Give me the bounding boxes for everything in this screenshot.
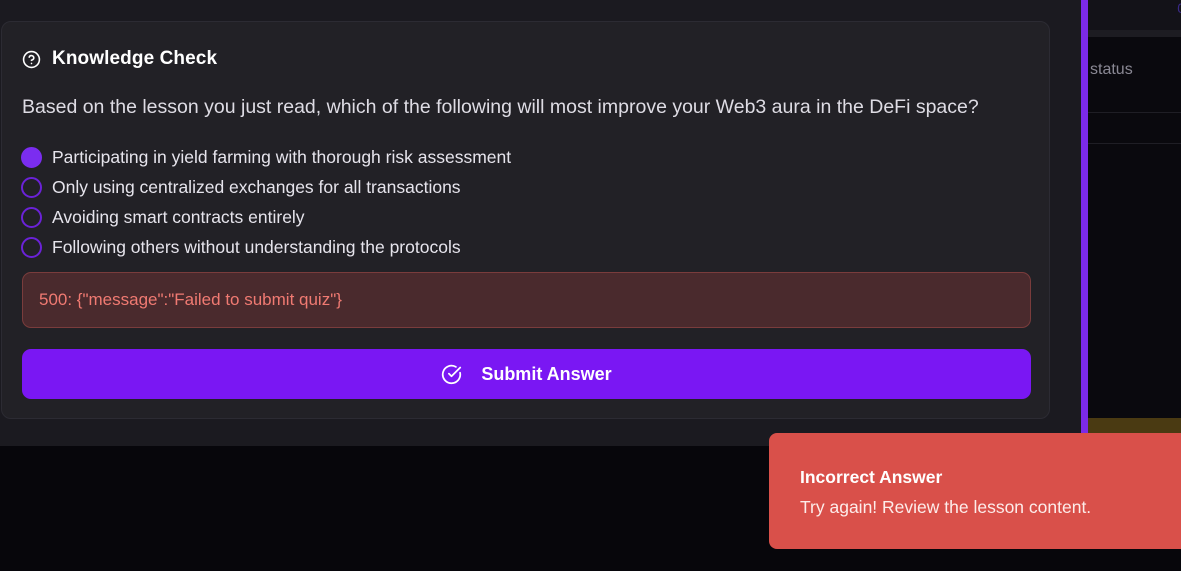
toast-title: Incorrect Answer bbox=[800, 467, 943, 487]
submit-answer-button[interactable]: Submit Answer bbox=[22, 349, 1031, 399]
answer-option-label: Avoiding smart contracts entirely bbox=[52, 206, 305, 227]
side-panel-header-text: 0 bbox=[1177, 0, 1181, 16]
side-panel-header: 0 bbox=[1088, 0, 1181, 30]
page: 0 status Knowledge Check Based on the le… bbox=[0, 0, 1181, 571]
check-circle-icon bbox=[442, 364, 462, 384]
submit-answer-label: Submit Answer bbox=[481, 363, 612, 384]
answer-option-label: Only using centralized exchanges for all… bbox=[52, 176, 461, 197]
answer-option[interactable]: Only using centralized exchanges for all… bbox=[21, 172, 511, 202]
side-panel-status-label: status bbox=[1090, 61, 1133, 78]
incorrect-answer-toast[interactable]: Incorrect Answer Try again! Review the l… bbox=[769, 433, 1181, 549]
side-panel-separator bbox=[1088, 30, 1181, 37]
radio-button[interactable] bbox=[21, 176, 42, 198]
error-message-box: 500: {"message":"Failed to submit quiz"} bbox=[22, 272, 1031, 328]
side-panel-divider bbox=[1088, 112, 1181, 113]
answer-option[interactable]: Following others without understanding t… bbox=[21, 232, 511, 262]
knowledge-check-card: Knowledge Check Based on the lesson you … bbox=[1, 21, 1050, 419]
answer-option-label: Participating in yield farming with thor… bbox=[52, 146, 512, 167]
quiz-question: Based on the lesson you just read, which… bbox=[22, 96, 979, 118]
answer-option[interactable]: Avoiding smart contracts entirely bbox=[21, 202, 511, 232]
side-panel: 0 status bbox=[1088, 0, 1181, 446]
radio-button[interactable] bbox=[21, 236, 42, 258]
side-panel-divider bbox=[1088, 143, 1181, 144]
card-title: Knowledge Check bbox=[52, 48, 218, 69]
answer-option[interactable]: Participating in yield farming with thor… bbox=[21, 142, 511, 172]
radio-button[interactable] bbox=[21, 146, 42, 168]
answer-options: Participating in yield farming with thor… bbox=[21, 142, 511, 262]
radio-button[interactable] bbox=[21, 206, 42, 228]
help-circle-icon bbox=[22, 50, 41, 68]
answer-option-label: Following others without understanding t… bbox=[52, 236, 461, 257]
toast-description: Try again! Review the lesson content. bbox=[800, 497, 1092, 517]
side-panel-accent-bar bbox=[1081, 0, 1088, 446]
error-message: 500: {"message":"Failed to submit quiz"} bbox=[39, 290, 342, 309]
card-header: Knowledge Check bbox=[22, 48, 217, 70]
